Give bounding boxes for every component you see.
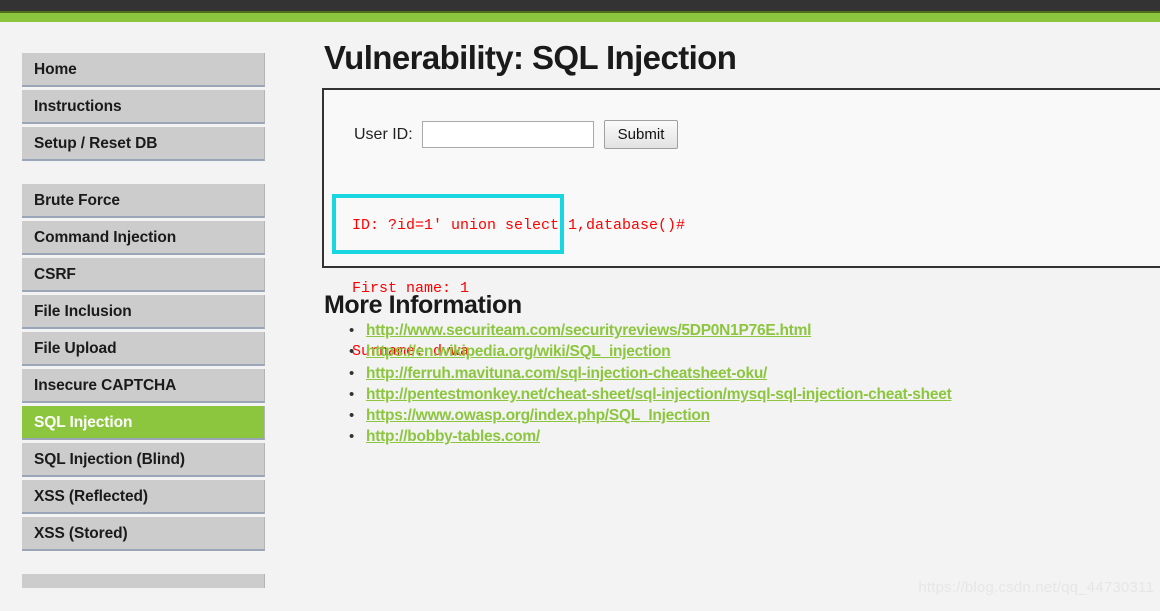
more-information-link-list: http://www.securiteam.com/securityreview… [322,320,1160,448]
user-id-label: User ID: [354,125,413,143]
more-info-link[interactable]: http://bobby-tables.com/ [366,428,540,445]
watermark: https://blog.csdn.net/qq_44730311 [918,579,1154,596]
list-item: http://pentestmonkey.net/cheat-sheet/sql… [349,384,1160,406]
sidebar-item-sql-injection-blind[interactable]: SQL Injection (Blind) [22,443,265,477]
sidebar-navigation: Home Instructions Setup / Reset DB Brute… [22,53,265,611]
sidebar-item-xss-stored[interactable]: XSS (Stored) [22,517,265,551]
result-id-line: ID: ?id=1' union select 1,database()# [352,217,686,234]
sidebar-item-command-injection[interactable]: Command Injection [22,221,265,255]
vulnerability-panel: User ID: Submit ID: ?id=1' union select … [322,88,1160,360]
submit-button[interactable]: Submit [603,120,679,149]
main-content: Vulnerability: SQL Injection User ID: Su… [322,30,1160,448]
page-title: Vulnerability: SQL Injection [324,39,737,76]
list-item: https://www.owasp.org/index.php/SQL_Inje… [349,405,1160,427]
sidebar-item-setup-reset-db[interactable]: Setup / Reset DB [22,127,265,161]
list-item: http://www.securiteam.com/securityreview… [349,320,1160,342]
list-item: http://bobby-tables.com/ [349,426,1160,448]
top-dark-bar [0,0,1160,11]
more-info-link[interactable]: https://www.owasp.org/index.php/SQL_Inje… [366,407,710,424]
sidebar-group-vulnerabilities: Brute Force Command Injection CSRF File … [22,184,265,551]
more-info-link[interactable]: http://pentestmonkey.net/cheat-sheet/sql… [366,386,952,403]
sidebar-item-home[interactable]: Home [22,53,265,87]
sidebar-group-primary: Home Instructions Setup / Reset DB [22,53,265,161]
sidebar-item-instructions[interactable]: Instructions [22,90,265,124]
user-id-form: User ID: Submit [354,120,679,149]
sidebar-item-insecure-captcha[interactable]: Insecure CAPTCHA [22,369,265,403]
list-item: http://ferruh.mavituna.com/sql-injection… [349,363,1160,385]
user-id-input[interactable] [421,121,594,148]
sidebar-item-file-upload[interactable]: File Upload [22,332,265,366]
sidebar-item-sql-injection[interactable]: SQL Injection [22,406,265,440]
list-item: https://en.wikipedia.org/wiki/SQL_inject… [349,341,1160,363]
sidebar-item-xss-reflected[interactable]: XSS (Reflected) [22,480,265,514]
sidebar-item-brute-force[interactable]: Brute Force [22,184,265,218]
sidebar-item-partial[interactable] [22,574,265,588]
sidebar-group-secondary [22,574,265,588]
more-info-link[interactable]: http://ferruh.mavituna.com/sql-injection… [366,365,767,382]
sidebar-item-csrf[interactable]: CSRF [22,258,265,292]
more-info-link[interactable]: http://www.securiteam.com/securityreview… [366,322,811,339]
more-info-link[interactable]: https://en.wikipedia.org/wiki/SQL_inject… [366,343,671,360]
sidebar-item-file-inclusion[interactable]: File Inclusion [22,295,265,329]
result-first-name-line: First name: 1 [352,280,470,297]
